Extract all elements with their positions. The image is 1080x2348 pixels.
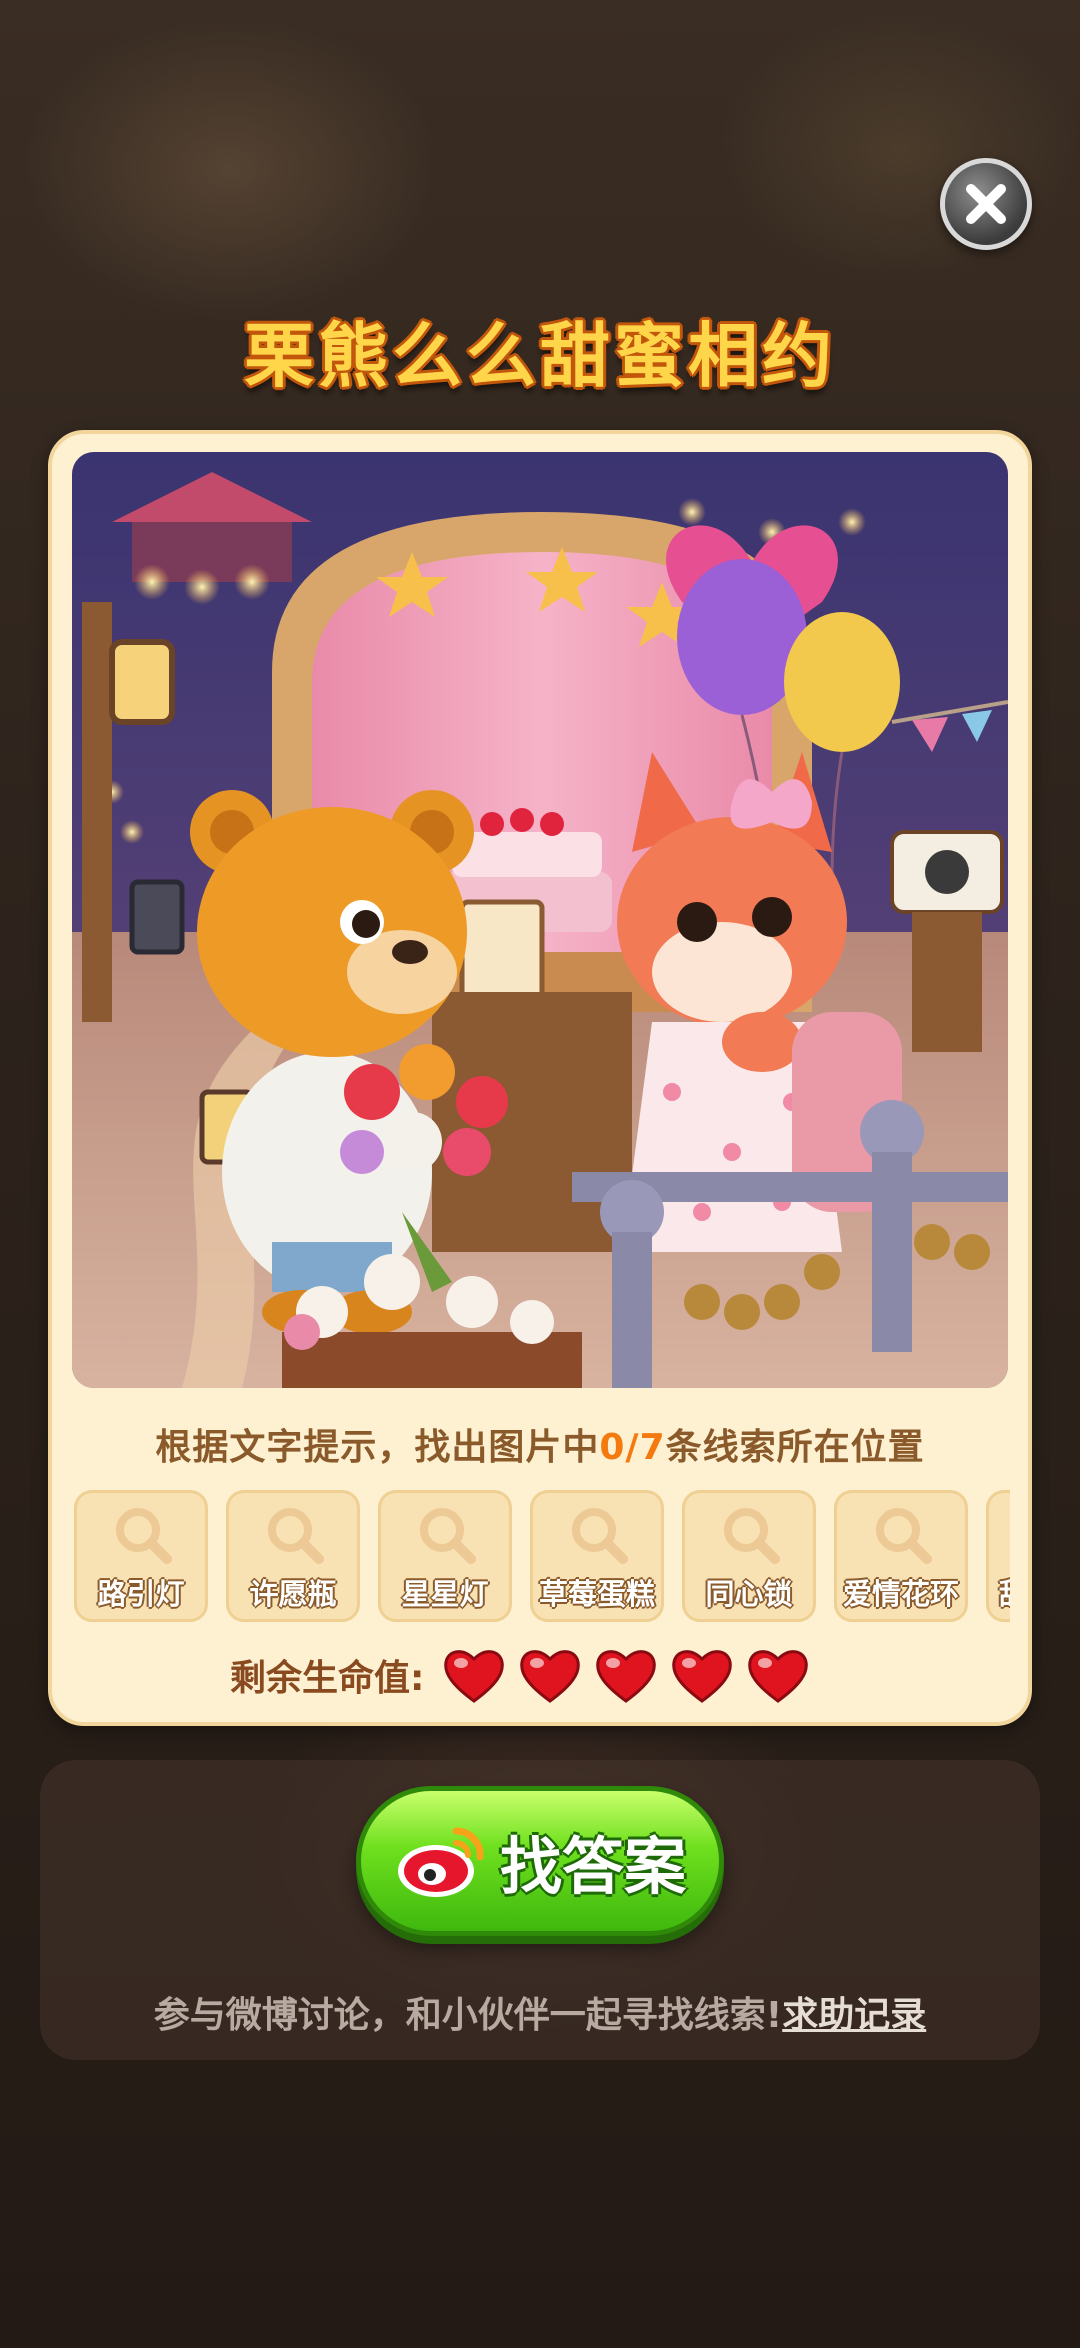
clue-label: 星星灯 [401,1577,489,1611]
heart-icon [672,1650,733,1703]
magnifier-icon [268,1508,324,1564]
magnifier-icon [724,1508,780,1564]
clue-item[interactable]: 甜 [986,1490,1010,1622]
magnifier-icon [572,1508,628,1564]
magnifier-icon [876,1508,932,1564]
clue-label: 草莓蛋糕 [538,1577,655,1611]
page-title: 栗熊么么甜蜜相约 [244,315,836,397]
magnifier-icon [116,1508,172,1564]
instruction-prefix: 根据文字提示，找出图片中 [155,1427,600,1468]
clue-label: 甜 [999,1571,1010,1613]
close-icon [966,184,1006,224]
clue-item[interactable]: 路引灯 [74,1490,208,1622]
instruction-text: 根据文字提示，找出图片中0/7条线索所在位置 [48,1418,1032,1470]
clue-item[interactable]: 许愿瓶 [226,1490,360,1622]
clue-item[interactable]: 星星灯 [378,1490,512,1622]
heart-icon [444,1650,505,1703]
footer: 参与微博讨论，和小伙伴一起寻找线索!求助记录 [0,1986,1080,2038]
find-answer-label: 找答案 [499,1830,686,1903]
weibo-icon [397,1827,484,1897]
heart-icon [748,1650,809,1703]
footer-text: 参与微博讨论，和小伙伴一起寻找线索! [153,1995,783,2036]
clue-label: 许愿瓶 [249,1577,337,1611]
find-answer-button[interactable]: 找答案 [356,1786,724,1936]
lives-label: 剩余生命值: [230,1658,425,1699]
hearts-row [442,1645,822,1705]
heart-icon [520,1650,581,1703]
clue-label: 爱情花环 [842,1577,959,1611]
clue-label: 同心锁 [705,1577,793,1611]
heart-icon [596,1650,657,1703]
lives-bar: 剩余生命值: [230,1640,822,1710]
clue-item[interactable]: 草莓蛋糕 [530,1490,664,1622]
close-button[interactable] [940,158,1032,250]
clue-label: 路引灯 [97,1577,185,1611]
magnifier-icon [420,1508,476,1564]
instruction-suffix: 条线索所在位置 [665,1427,925,1468]
scene-image[interactable] [72,452,1008,1388]
help-record-link[interactable]: 求助记录 [782,1995,926,2036]
clue-item[interactable]: 同心锁 [682,1490,816,1622]
found-count: 0/7 [599,1427,666,1468]
clue-item[interactable]: 爱情花环 [834,1490,968,1622]
clue-list: 路引灯 许愿瓶 星星灯 草莓蛋糕 同心锁 爱情花环 甜 [74,1490,1010,1624]
